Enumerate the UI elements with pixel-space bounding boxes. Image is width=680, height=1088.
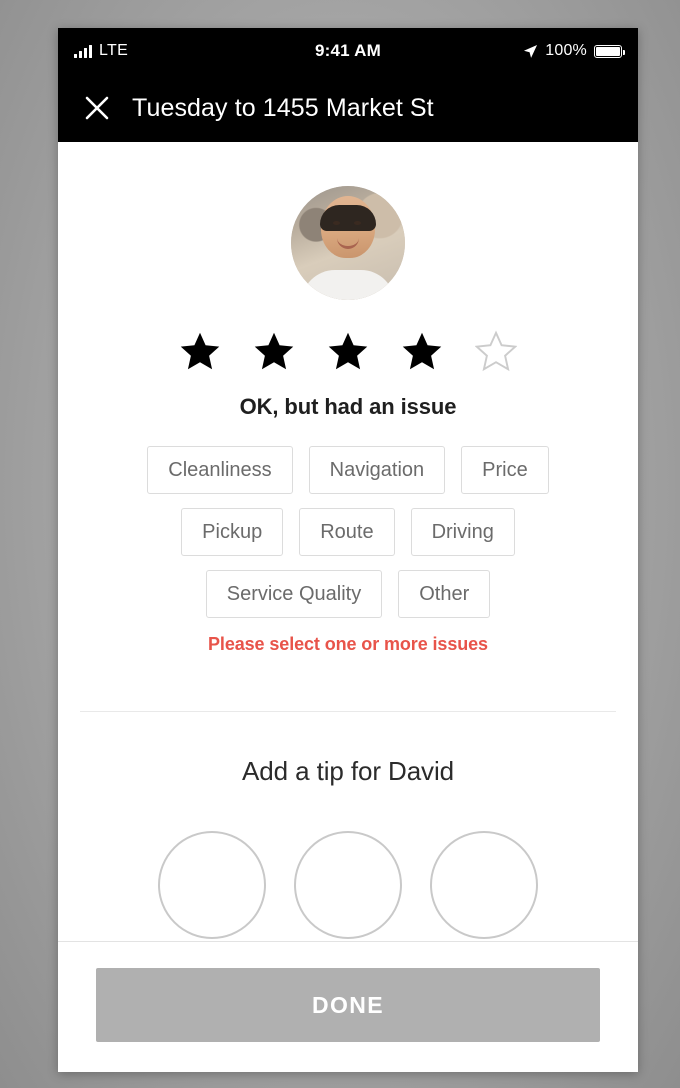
close-x-icon[interactable] (82, 93, 112, 123)
footer-bar: DONE (58, 941, 638, 1072)
star-rating[interactable] (58, 330, 638, 372)
battery-percent-label: 100% (545, 42, 587, 59)
issue-chip-route[interactable]: Route (299, 508, 395, 556)
battery-full-icon (594, 44, 625, 58)
star-icon-4-filled[interactable] (401, 330, 443, 372)
star-icon-2-filled[interactable] (253, 330, 295, 372)
nav-bar: Tuesday to 1455 Market St (58, 74, 638, 142)
location-arrow-icon (524, 44, 538, 58)
issue-chip-navigation[interactable]: Navigation (308, 446, 446, 494)
carrier-label: LTE (99, 42, 129, 59)
star-icon-1-filled[interactable] (179, 330, 221, 372)
page-title: Tuesday to 1455 Market St (132, 93, 434, 122)
issue-chip-other[interactable]: Other (398, 570, 491, 618)
tip-title: Add a tip for David (242, 756, 454, 786)
done-button[interactable]: DONE (96, 968, 600, 1042)
issue-chip-driving[interactable]: Driving (410, 508, 515, 556)
status-bar-clock: 9:41 AM (315, 41, 381, 60)
star-icon-3-filled[interactable] (327, 330, 369, 372)
issue-chip-pickup[interactable]: Pickup (181, 508, 284, 556)
status-bar-right: 100% (381, 42, 625, 60)
rating-section: OK, but had an issue Cleanliness Navigat… (58, 142, 638, 685)
issue-chip-cleanliness[interactable]: Cleanliness (147, 446, 293, 494)
status-bar: LTE 9:41 AM 100% (58, 28, 638, 74)
issue-chip-price[interactable]: Price (461, 446, 549, 494)
status-bar-left: LTE (74, 42, 315, 60)
star-icon-5-empty[interactable] (475, 330, 517, 372)
issue-chip-row-2: Pickup Route Driving (84, 508, 612, 556)
issue-chip-service-quality[interactable]: Service Quality (205, 570, 383, 618)
issue-chip-row-1: Cleanliness Navigation Price (84, 446, 612, 494)
tip-section: Add a tip for David (58, 712, 638, 939)
tip-option-3[interactable] (430, 831, 538, 939)
validation-error-message: Please select one or more issues (208, 634, 488, 654)
issue-chips: Cleanliness Navigation Price Pickup Rout… (58, 446, 638, 618)
issue-chip-row-3: Service Quality Other (84, 570, 612, 618)
scroll-content[interactable]: OK, but had an issue Cleanliness Navigat… (58, 142, 638, 941)
driver-avatar (291, 186, 405, 300)
phone-frame: LTE 9:41 AM 100% Tuesday to 1455 Market … (58, 28, 638, 1072)
rating-label: OK, but had an issue (239, 394, 457, 419)
signal-bars-icon (74, 44, 92, 58)
tip-option-1[interactable] (158, 831, 266, 939)
tip-option-2[interactable] (294, 831, 402, 939)
tip-options (58, 831, 638, 939)
